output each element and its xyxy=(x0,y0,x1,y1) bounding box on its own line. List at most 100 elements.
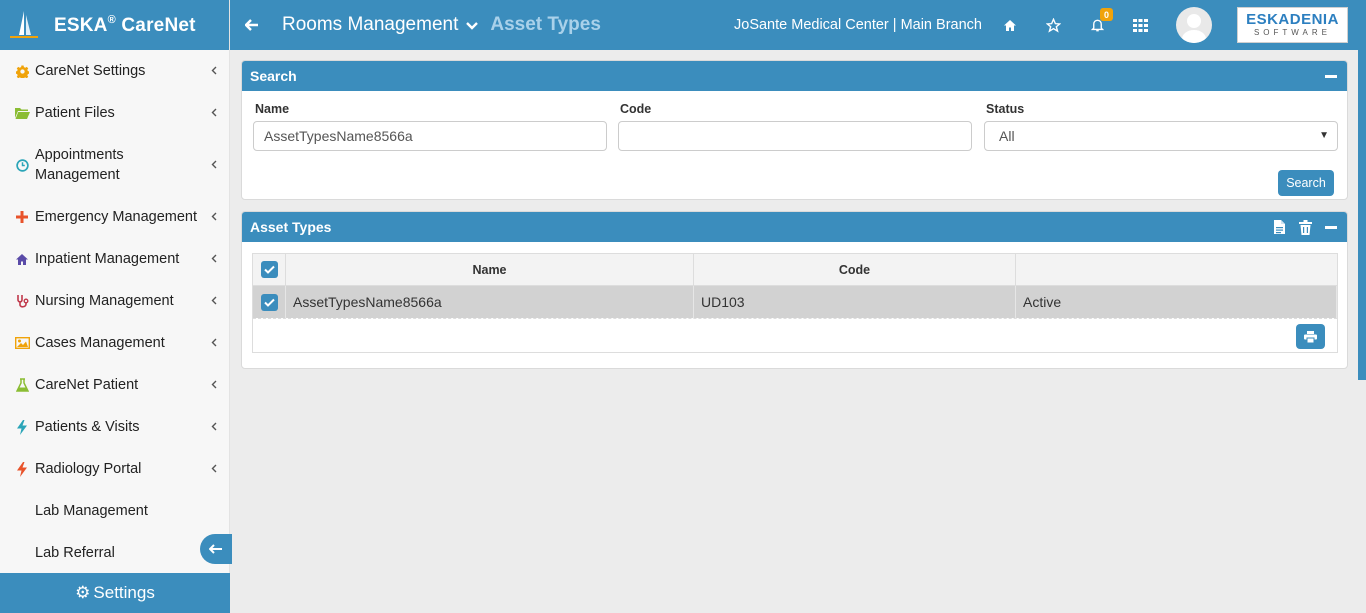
status-select[interactable]: All ▼ xyxy=(984,121,1338,151)
sidebar-item-lab-management[interactable]: Lab Management xyxy=(0,490,229,532)
sidebar-item-label: Emergency Management xyxy=(35,209,197,225)
minus-icon xyxy=(1325,74,1337,78)
sidebar-item-lab-referral[interactable]: Lab Referral xyxy=(0,532,229,574)
arrow-left-icon xyxy=(244,18,258,31)
trash-icon[interactable] xyxy=(1299,219,1312,235)
sidebar-item-patients-and-visits[interactable]: Patients & Visits xyxy=(0,406,229,448)
gear-icon xyxy=(14,63,30,79)
column-header-status[interactable] xyxy=(1016,254,1337,285)
sidebar-item-cases-management[interactable]: Cases Management xyxy=(0,322,229,364)
home-icon xyxy=(14,251,30,267)
organization-name[interactable]: JoSante Medical Center | Main Branch xyxy=(734,17,982,33)
user-avatar[interactable] xyxy=(1176,7,1212,43)
status-select-value: All xyxy=(999,128,1015,144)
chevron-left-icon xyxy=(207,64,217,78)
search-panel-header: Search xyxy=(242,61,1347,91)
bolt-icon xyxy=(14,419,30,435)
page-title: Asset Types xyxy=(490,14,601,35)
cell-status: Active xyxy=(1016,286,1337,318)
collapse-asset-types-button[interactable] xyxy=(1325,225,1337,229)
print-icon xyxy=(1304,330,1317,343)
company-logo-subtext: SOFTWARE xyxy=(1253,28,1332,37)
table-row[interactable]: AssetTypesName8566a UD103 Active xyxy=(253,286,1337,318)
arrow-left-icon xyxy=(209,544,222,554)
flask-icon xyxy=(14,377,30,393)
back-button[interactable] xyxy=(230,15,274,36)
chevron-left-icon xyxy=(207,462,217,476)
chevron-left-icon xyxy=(207,106,217,120)
sidebar-item-label: Inpatient Management xyxy=(35,251,180,267)
sidebar: ESKA® CareNet CareNet Settings Patient Fi… xyxy=(0,0,232,613)
sidebar-item-emergency-management[interactable]: Emergency Management xyxy=(0,196,229,238)
sidebar-item-patient-files[interactable]: Patient Files xyxy=(0,92,229,134)
sidebar-item-label: Cases Management xyxy=(35,335,165,351)
asset-types-panel-header: Asset Types xyxy=(242,212,1347,242)
blank-icon xyxy=(14,503,30,519)
sidebar-item-nursing-management[interactable]: Nursing Management xyxy=(0,280,229,322)
company-logo-text: ESKADENIA xyxy=(1246,11,1339,28)
search-button[interactable]: Search xyxy=(1278,170,1334,196)
column-header-code[interactable]: Code xyxy=(694,254,1016,285)
sidebar-item-carenet-settings[interactable]: CareNet Settings xyxy=(0,50,229,92)
name-label: Name xyxy=(255,102,290,116)
bolt-icon xyxy=(14,461,30,477)
sidebar-item-label: Lab Referral xyxy=(35,545,115,561)
collapse-sidebar-button[interactable] xyxy=(200,534,232,564)
app-title: ESKA® CareNet xyxy=(54,13,196,36)
eska-logo-icon xyxy=(8,9,40,41)
code-input[interactable] xyxy=(618,121,972,151)
breadcrumb-rooms-management[interactable]: Rooms Management xyxy=(282,14,458,36)
sidebar-item-label: Patient Files xyxy=(35,105,115,121)
stethoscope-icon xyxy=(14,293,30,309)
star-icon[interactable] xyxy=(1043,14,1063,36)
page-scrollbar[interactable] xyxy=(1358,50,1366,380)
name-input[interactable] xyxy=(253,121,607,151)
chevron-left-icon xyxy=(207,210,217,224)
chevron-left-icon xyxy=(207,420,217,434)
print-button[interactable] xyxy=(1296,324,1325,349)
table-header-row: Name Code xyxy=(253,254,1337,286)
sidebar-item-label: Lab Management xyxy=(35,503,148,519)
cell-code: UD103 xyxy=(694,286,1016,318)
chevron-left-icon xyxy=(207,336,217,350)
asset-types-panel-title: Asset Types xyxy=(250,219,332,235)
collapse-search-button[interactable] xyxy=(1325,74,1337,78)
home-icon[interactable] xyxy=(1000,14,1020,36)
sidebar-item-label: Nursing Management xyxy=(35,293,174,309)
brand-header[interactable]: ESKA® CareNet xyxy=(0,0,229,50)
sidebar-item-appointments-management[interactable]: Appointments Management xyxy=(0,134,229,196)
select-all-checkbox[interactable] xyxy=(260,261,278,278)
cell-name: AssetTypesName8566a xyxy=(286,286,694,318)
asset-types-panel: Asset Types Name Code AssetTypesName8566… xyxy=(241,211,1348,369)
asset-types-table: Name Code AssetTypesName8566a UD103 Acti… xyxy=(252,253,1338,353)
image-icon xyxy=(14,335,30,351)
chevron-left-icon xyxy=(207,294,217,308)
apps-grid-icon[interactable] xyxy=(1130,14,1150,36)
row-checkbox[interactable] xyxy=(260,293,278,311)
sidebar-item-label: CareNet Patient xyxy=(35,377,139,393)
new-document-icon[interactable] xyxy=(1273,219,1286,235)
search-panel-title: Search xyxy=(250,68,297,84)
column-header-name[interactable]: Name xyxy=(286,254,694,285)
table-footer xyxy=(253,318,1337,352)
blank-icon xyxy=(14,545,30,561)
settings-button[interactable]: ⚙ Settings xyxy=(0,573,230,613)
minus-icon xyxy=(1325,225,1337,229)
check-icon xyxy=(263,298,275,307)
notification-badge: 0 xyxy=(1100,8,1113,21)
sidebar-item-carenet-patient[interactable]: CareNet Patient xyxy=(0,364,229,406)
gear-icon: ⚙ xyxy=(75,583,91,602)
bell-icon[interactable]: 0 xyxy=(1087,8,1113,36)
code-label: Code xyxy=(620,102,652,116)
sidebar-item-label: CareNet Settings xyxy=(35,63,146,79)
settings-label: Settings xyxy=(93,583,155,602)
sidebar-item-radiology-portal[interactable]: Radiology Portal xyxy=(0,448,229,490)
eskadenia-logo: ESKADENIA SOFTWARE xyxy=(1237,7,1348,43)
chevron-down-icon[interactable] xyxy=(466,18,479,33)
sidebar-item-label: Radiology Portal xyxy=(35,461,142,477)
sidebar-item-label: Patients & Visits xyxy=(35,419,140,435)
plus-icon xyxy=(14,209,30,225)
chevron-left-icon xyxy=(207,252,217,266)
sidebar-item-inpatient-management[interactable]: Inpatient Management xyxy=(0,238,229,280)
status-label: Status xyxy=(986,102,1025,116)
